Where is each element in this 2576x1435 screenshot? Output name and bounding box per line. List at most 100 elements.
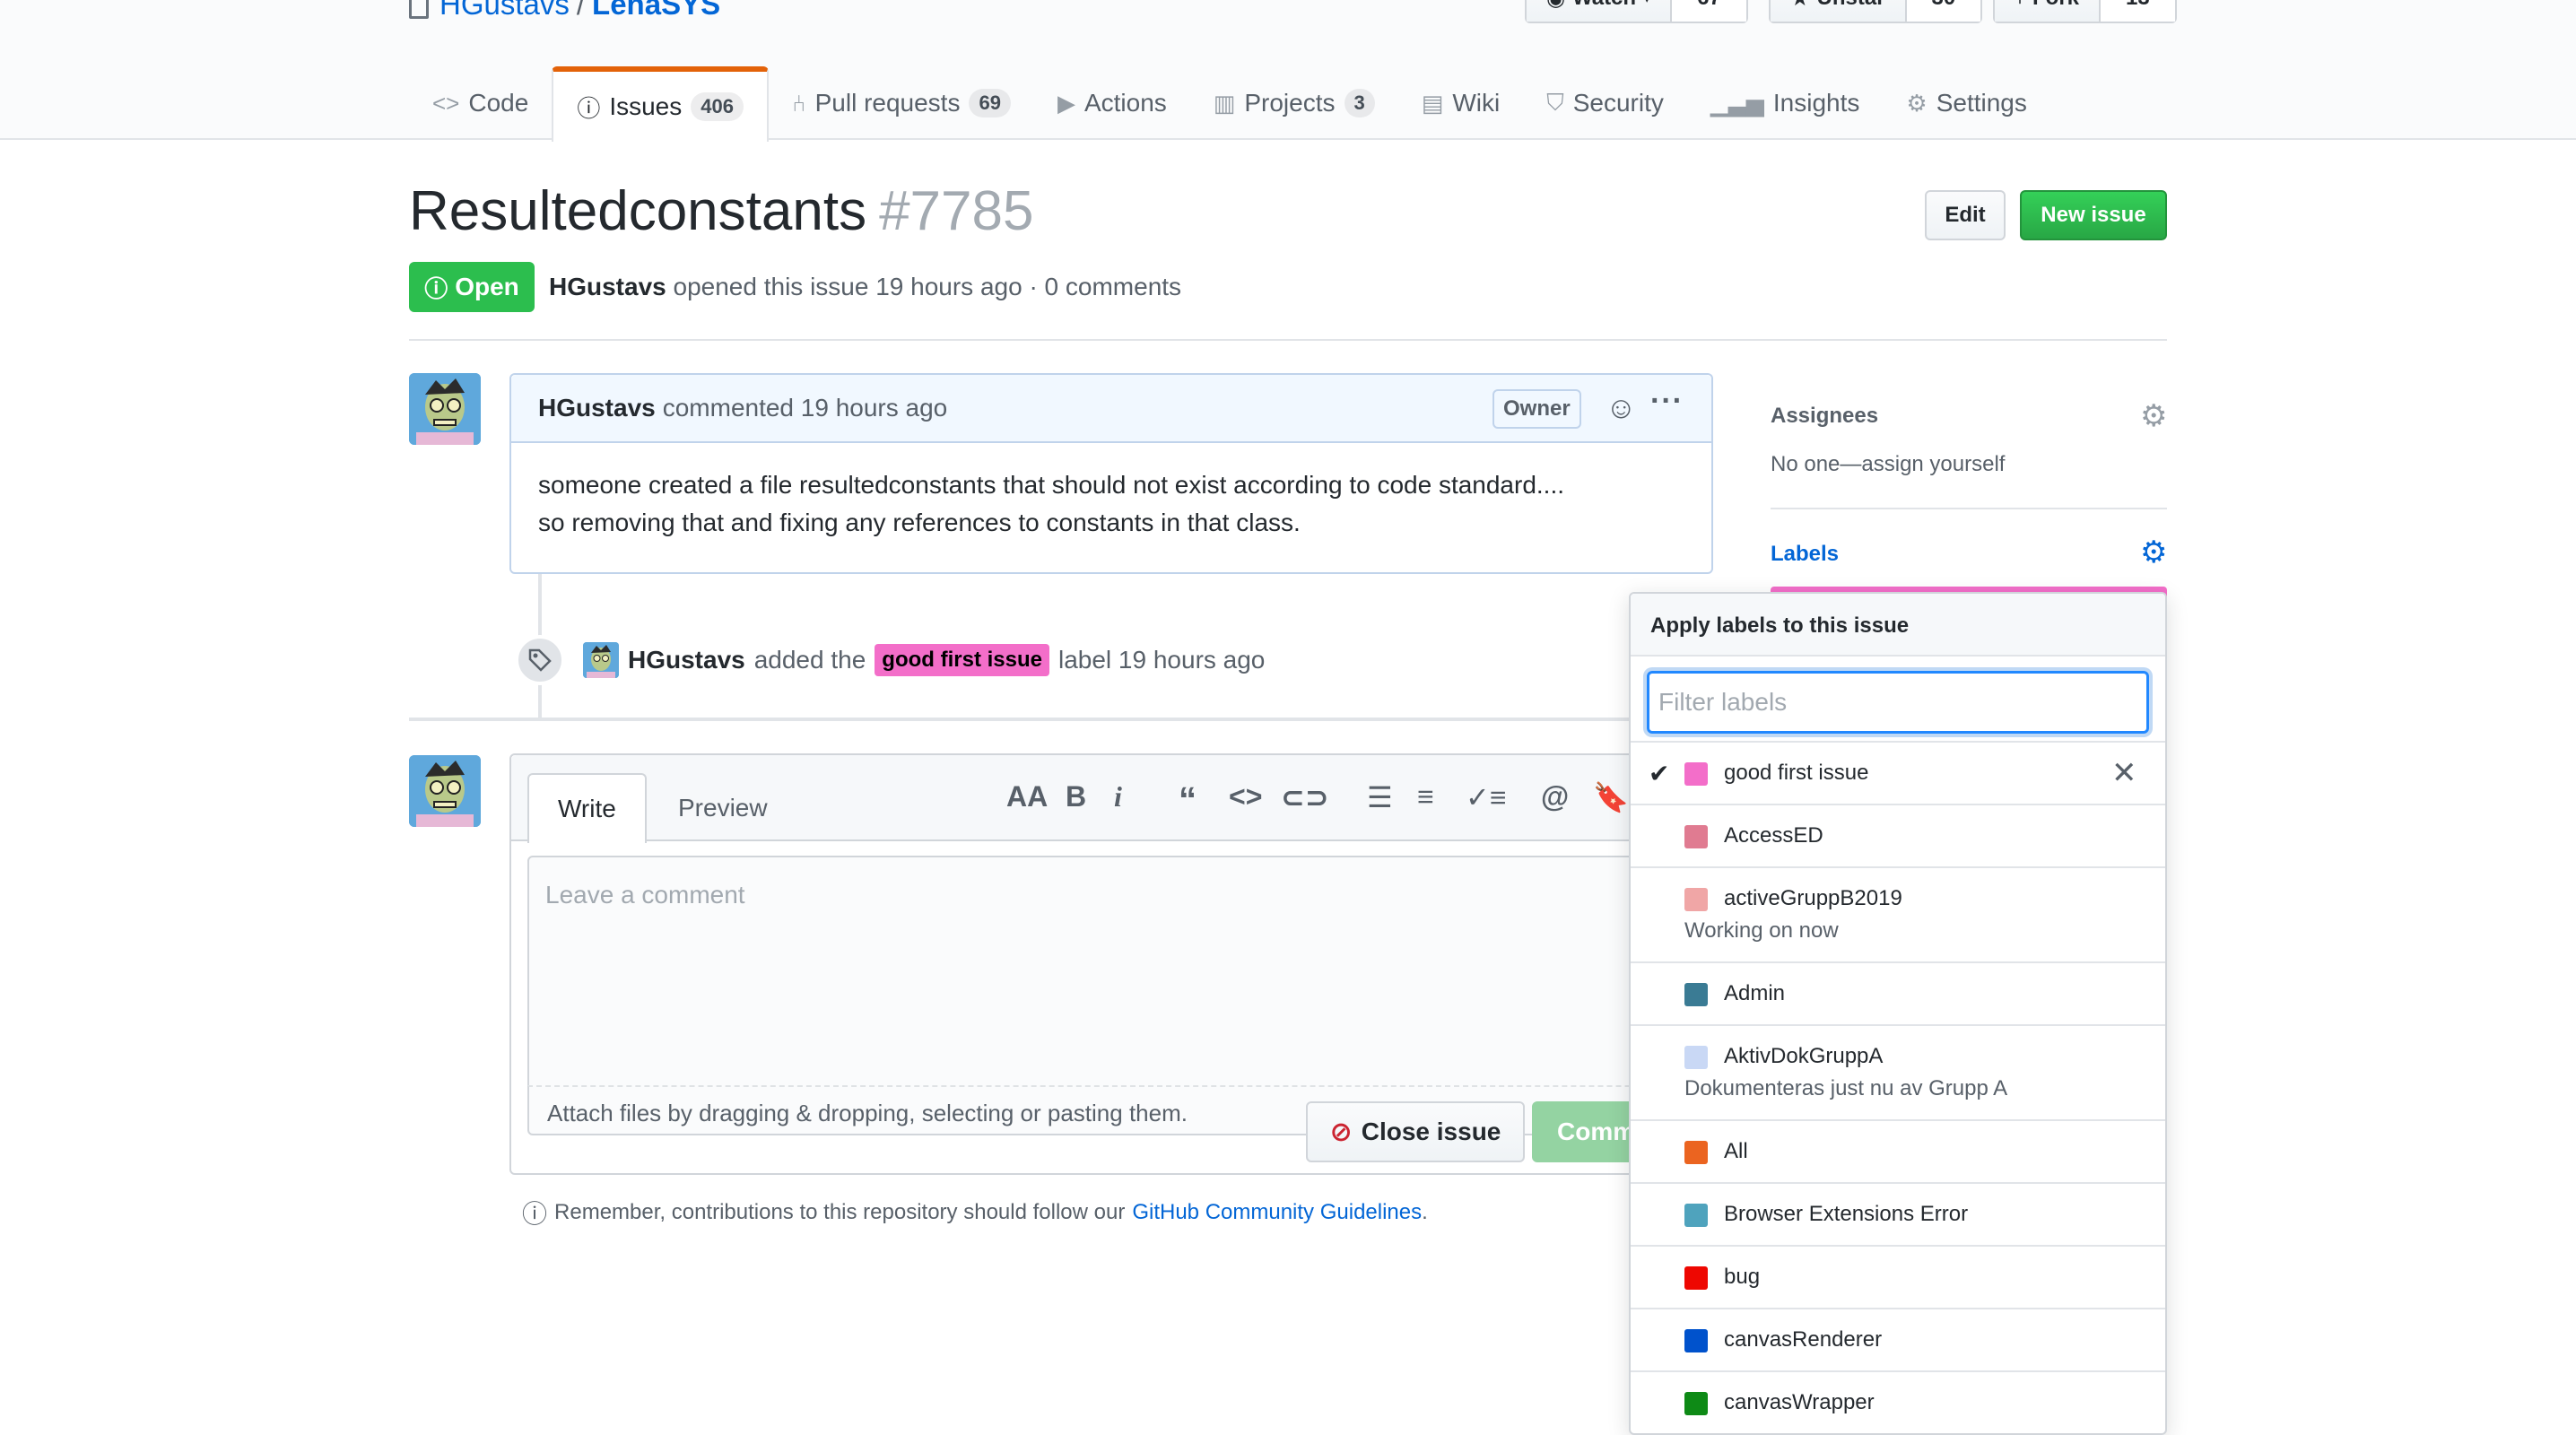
smiley-icon[interactable]: ☺ (1606, 393, 1637, 423)
event-text: added the (753, 646, 866, 674)
header-divider (409, 339, 2167, 341)
bookmark-icon[interactable]: 🔖 (1593, 780, 1629, 814)
label-name: Browser Extensions Error (1724, 1202, 1969, 1226)
text-size-icon[interactable]: AA (1006, 780, 1048, 813)
assignees-heading[interactable]: Assignees (1771, 404, 1878, 429)
label-menu-item[interactable]: AktivDokGruppA Dokumenteras just nu av Gr… (1631, 1026, 2165, 1121)
timeline-divider (409, 718, 1754, 721)
gear-icon[interactable]: ⚙ (2140, 398, 2167, 434)
label-menu-item[interactable]: Browser Extensions Error (1631, 1184, 2165, 1247)
tab-counter: 406 (691, 92, 744, 121)
link-icon[interactable]: ⊂⊃ (1281, 780, 1329, 814)
label-description: Dokumenteras just nu av Grupp A (1684, 1076, 2008, 1100)
tab-write[interactable]: Write (527, 773, 647, 843)
caret-down-icon: ▾ (1643, 0, 1650, 7)
assignees-empty-text[interactable]: No one—assign yourself (1771, 452, 2005, 477)
zombie-avatar-image (409, 755, 481, 827)
tab-actions[interactable]: ▶ Actions (1034, 66, 1190, 140)
label-menu-item[interactable]: ✔ good first issue ✕ (1631, 743, 2165, 805)
star-icon: ★ (1790, 0, 1810, 12)
label-color-swatch (1684, 762, 1708, 786)
unordered-list-icon[interactable]: ☰ (1367, 780, 1393, 814)
issue-meta-text: opened this issue 19 hours ago · 0 comme… (673, 273, 1182, 300)
close-icon[interactable]: ✕ (2111, 755, 2137, 791)
label-menu-item[interactable]: All (1631, 1121, 2165, 1184)
bold-icon[interactable]: B (1066, 780, 1086, 813)
tab-label: Wiki (1452, 89, 1501, 117)
watch-button[interactable]: ◉ Watch ▾ (1527, 0, 1673, 22)
avatar[interactable] (409, 755, 481, 827)
tab-preview[interactable]: Preview (649, 773, 796, 843)
label-description: Working on now (1684, 918, 1839, 943)
watch-count[interactable]: 67 (1672, 0, 1746, 22)
tab-label: Issues (609, 92, 683, 120)
new-issue-button[interactable]: New issue (2020, 190, 2167, 240)
tab-counter: 3 (1344, 89, 1375, 117)
owner-badge: Owner (1493, 389, 1581, 429)
contribution-note-text: Remember, contributions to this reposito… (554, 1200, 1126, 1224)
label-menu-item[interactable]: AccessED (1631, 805, 2165, 868)
kebab-horizontal-icon[interactable]: ··· (1650, 384, 1684, 419)
code-icon: <> (432, 89, 460, 117)
issue-number: #7785 (879, 180, 1034, 242)
label-menu-item[interactable]: canvasRenderer (1631, 1309, 2165, 1372)
comment-author-link[interactable]: HGustavs (538, 394, 656, 422)
gear-icon: ⚙ (1906, 89, 1928, 117)
italic-icon[interactable]: i (1114, 780, 1122, 813)
comment-body-line: someone created a file resultedconstants… (538, 471, 1565, 499)
label-name: canvasWrapper (1724, 1390, 1875, 1414)
quote-icon[interactable]: “ (1179, 780, 1197, 821)
tab-wiki[interactable]: ▤ Wiki (1398, 66, 1523, 140)
zombie-avatar-image (583, 642, 619, 678)
issue-meta: HGustavs opened this issue 19 hours ago … (549, 273, 1181, 301)
labels-dropdown-title: Apply labels to this issue (1631, 594, 2165, 657)
close-issue-button[interactable]: ⊘ Close issue (1306, 1101, 1525, 1162)
star-count[interactable]: 30 (1906, 0, 1981, 22)
unstar-button[interactable]: ★ Unstar (1771, 0, 1907, 22)
label-menu-item[interactable]: Admin (1631, 963, 2165, 1026)
label-menu-item[interactable]: activeGruppB2019 Working on now (1631, 868, 2165, 963)
fork-count[interactable]: 13 (2101, 0, 2175, 22)
labels-dropdown: Apply labels to this issue Filter labels… (1629, 592, 2167, 1435)
shield-icon: ⛉ (1546, 89, 1564, 116)
edit-button[interactable]: Edit (1925, 190, 2006, 240)
mention-icon[interactable]: @ (1541, 780, 1569, 813)
tab-label: Projects (1244, 89, 1336, 117)
avatar[interactable] (583, 642, 619, 678)
repo-name-link[interactable]: LenaSYS (592, 0, 720, 21)
ordered-list-icon[interactable]: ≡ (1417, 780, 1434, 813)
label-name: AktivDokGruppA (1724, 1044, 1884, 1068)
label-color-swatch (1684, 983, 1708, 1006)
label-color-swatch (1684, 888, 1708, 911)
repo-owner-link[interactable]: HGustavs (439, 0, 570, 21)
tab-pull-requests[interactable]: ⑃ Pull requests 69 (769, 66, 1034, 140)
avatar[interactable] (409, 373, 481, 445)
gear-icon[interactable]: ⚙ (2140, 535, 2167, 570)
issue-title-text: Resultedconstants (409, 180, 867, 242)
tab-code[interactable]: <> Code (409, 66, 552, 140)
label-color-swatch (1684, 1141, 1708, 1164)
code-icon[interactable]: <> (1229, 780, 1262, 813)
label-menu-item[interactable]: canvasWrapper (1631, 1372, 2165, 1433)
comment-textarea[interactable]: Leave a comment (527, 856, 1765, 1087)
event-actor-link[interactable]: HGustavs (628, 646, 745, 674)
task-list-icon[interactable]: ✓≡ (1466, 780, 1506, 814)
tab-settings[interactable]: ⚙ Settings (1883, 66, 2049, 140)
tab-security[interactable]: ⛉ Security (1523, 66, 1687, 140)
issue-author-link[interactable]: HGustavs (549, 273, 666, 300)
tab-counter: 69 (969, 89, 1011, 117)
tab-issues[interactable]: ⓘ Issues 406 (552, 66, 769, 142)
tab-label: Code (468, 89, 529, 117)
git-pull-request-icon: ⑃ (791, 89, 806, 117)
label-menu-item[interactable]: bug (1631, 1247, 2165, 1309)
community-guidelines-link[interactable]: GitHub Community Guidelines (1132, 1200, 1422, 1225)
tab-projects[interactable]: ▥ Projects 3 (1190, 66, 1398, 140)
issue-label[interactable]: good first issue (875, 644, 1049, 676)
labels-heading[interactable]: Labels (1771, 542, 1839, 567)
comment-body: someone created a file resultedconstants… (511, 443, 1711, 565)
fork-button[interactable]: ⑂ Fork (1995, 0, 2102, 22)
tab-insights[interactable]: ▁▃▅ Insights (1687, 66, 1884, 140)
label-name: Admin (1724, 981, 1786, 1005)
book-icon: ▤ (1421, 89, 1444, 117)
filter-labels-input[interactable]: Filter labels (1647, 671, 2149, 734)
